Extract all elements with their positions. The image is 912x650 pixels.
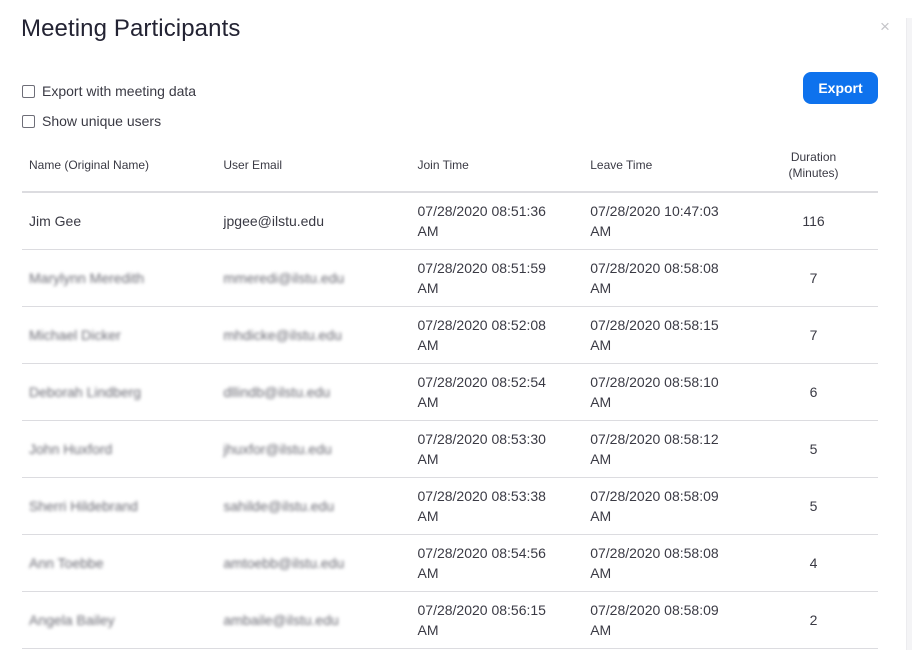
checkbox-label: Export with meeting data: [42, 83, 197, 99]
header-duration-line1: Duration: [790, 149, 837, 164]
cell-name: Marylynn Meredith: [22, 249, 217, 307]
header-duration: Duration (Minutes): [749, 138, 878, 193]
cell-email: dllindb@ilstu.edu: [216, 363, 411, 421]
table-row: Jim Gee jpgee@ilstu.edu 07/28/2020 08:51:3…: [22, 192, 878, 250]
cell-name: John Huxford: [22, 420, 217, 478]
dialog-title: Meeting Participants: [21, 15, 241, 42]
checkbox-box[interactable]: [22, 84, 35, 98]
cell-duration: 116: [749, 192, 878, 250]
participants-table: Name (Original Name) User Email Join Tim…: [22, 138, 878, 649]
table-header-row: Name (Original Name) User Email Join Tim…: [22, 138, 878, 193]
show-unique-users-checkbox[interactable]: Show unique users: [22, 113, 161, 129]
table-row: Angela Bailey ambaile@ilstu.edu 07/28/2020…: [22, 591, 878, 649]
table-row: Michael Dicker mhdicke@ilstu.edu 07/28/202…: [22, 306, 878, 364]
header-name: Name (Original Name): [22, 138, 217, 193]
cell-join-time: 07/28/2020 08:52:08 AM: [410, 306, 584, 364]
cell-join-time: 07/28/2020 08:56:15 AM: [410, 591, 584, 649]
cell-leave-time: 07/28/2020 08:58:15 AM: [583, 306, 750, 364]
scrollbar[interactable]: [906, 18, 912, 650]
cell-email: jhuxfor@ilstu.edu: [216, 420, 411, 478]
cell-join-time: 07/28/2020 08:52:54 AM: [410, 363, 584, 421]
cell-leave-time: 07/28/2020 08:58:08 AM: [583, 249, 750, 307]
cell-join-time: 07/28/2020 08:54:56 AM: [410, 534, 584, 592]
table-row: Marylynn Meredith mmeredi@ilstu.edu 07/28/…: [22, 249, 878, 307]
close-icon[interactable]: ×: [880, 18, 890, 35]
cell-join-time: 07/28/2020 08:53:38 AM: [410, 477, 584, 535]
cell-duration: 7: [749, 249, 878, 307]
table-row: Ann Toebbe amtoebb@ilstu.edu 07/28/2020 08…: [22, 534, 878, 592]
checkbox-box[interactable]: [22, 114, 35, 128]
meeting-participants-dialog: Meeting Participants × Export with meeti…: [0, 0, 912, 650]
cell-duration: 5: [749, 420, 878, 478]
cell-name: Angela Bailey: [22, 591, 217, 649]
cell-leave-time: 07/28/2020 10:47:03 AM: [583, 192, 750, 250]
cell-name: Jim Gee: [22, 192, 217, 250]
cell-duration: 6: [749, 363, 878, 421]
cell-email: jpgee@ilstu.edu: [216, 192, 411, 250]
cell-leave-time: 07/28/2020 08:58:09 AM: [583, 477, 750, 535]
cell-join-time: 07/28/2020 08:53:30 AM: [410, 420, 584, 478]
cell-leave-time: 07/28/2020 08:58:08 AM: [583, 534, 750, 592]
cell-duration: 7: [749, 306, 878, 364]
cell-name: Sherri Hildebrand: [22, 477, 217, 535]
header-join-time: Join Time: [410, 138, 584, 193]
header-leave-time: Leave Time: [583, 138, 750, 193]
cell-email: amtoebb@ilstu.edu: [216, 534, 411, 592]
cell-email: sahilde@ilstu.edu: [216, 477, 411, 535]
cell-duration: 5: [749, 477, 878, 535]
cell-email: mmeredi@ilstu.edu: [216, 249, 411, 307]
header-duration-line2: (Minutes): [788, 165, 839, 180]
cell-name: Michael Dicker: [22, 306, 217, 364]
export-with-meeting-data-checkbox[interactable]: Export with meeting data: [22, 83, 196, 99]
table-row: Sherri Hildebrand sahilde@ilstu.edu 07/28/…: [22, 477, 878, 535]
cell-duration: 4: [749, 534, 878, 592]
cell-email: ambaile@ilstu.edu: [216, 591, 411, 649]
checkbox-label: Show unique users: [42, 113, 162, 129]
header-email: User Email: [216, 138, 411, 193]
table-row: John Huxford jhuxfor@ilstu.edu 07/28/2020 …: [22, 420, 878, 478]
cell-join-time: 07/28/2020 08:51:59 AM: [410, 249, 584, 307]
cell-name: Deborah Lindberg: [22, 363, 217, 421]
cell-leave-time: 07/28/2020 08:58:10 AM: [583, 363, 750, 421]
cell-name: Ann Toebbe: [22, 534, 217, 592]
table-body: Jim Gee jpgee@ilstu.edu 07/28/2020 08:51:3…: [22, 192, 878, 649]
table-row: Deborah Lindberg dllindb@ilstu.edu 07/28/2…: [22, 363, 878, 421]
cell-leave-time: 07/28/2020 08:58:09 AM: [583, 591, 750, 649]
cell-leave-time: 07/28/2020 08:58:12 AM: [583, 420, 750, 478]
export-button[interactable]: Export: [803, 72, 878, 104]
cell-join-time: 07/28/2020 08:51:36 AM: [410, 192, 584, 250]
cell-email: mhdicke@ilstu.edu: [216, 306, 411, 364]
cell-duration: 2: [749, 591, 878, 649]
